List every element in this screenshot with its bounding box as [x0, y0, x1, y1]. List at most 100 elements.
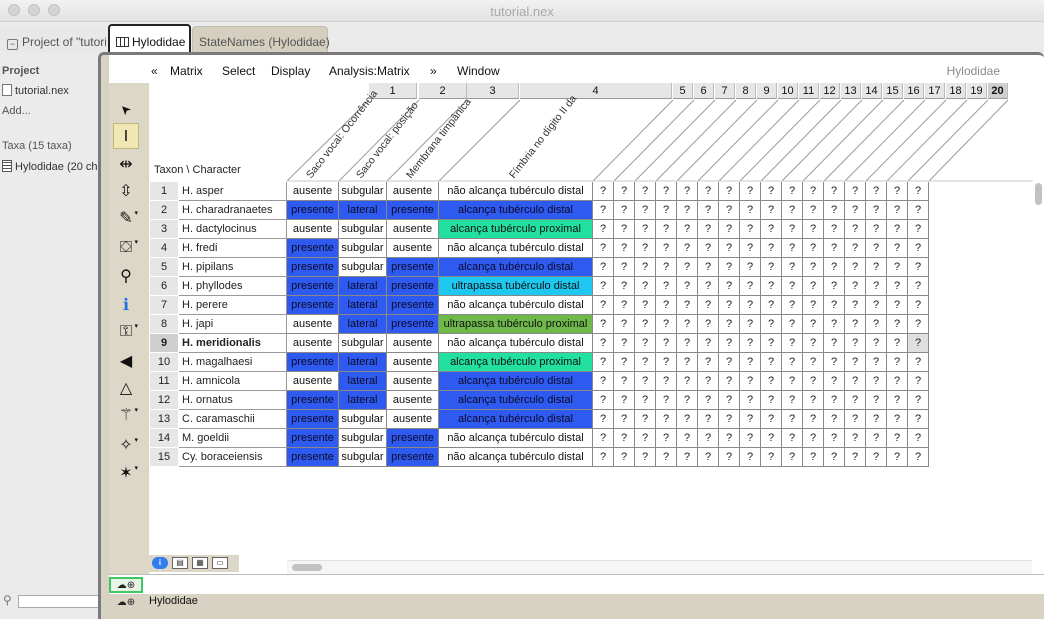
matrix-cell[interactable]: ausente: [387, 391, 439, 410]
matrix-cell-unknown[interactable]: ?: [908, 220, 929, 239]
tab-hylodidae[interactable]: Hylodidae: [108, 24, 191, 54]
matrix-cell-unknown[interactable]: ?: [593, 372, 614, 391]
matrix-cell-unknown[interactable]: ?: [719, 201, 740, 220]
matrix-cell-unknown[interactable]: ?: [677, 239, 698, 258]
matrix-cell-unknown[interactable]: ?: [593, 353, 614, 372]
matrix-cell-unknown[interactable]: ?: [698, 182, 719, 201]
matrix-cell-unknown[interactable]: ?: [803, 448, 824, 467]
matrix-cell-unknown[interactable]: ?: [845, 315, 866, 334]
matrix-cell[interactable]: alcança tubérculo distal: [439, 410, 593, 429]
taxon-name[interactable]: H. meridionalis: [179, 334, 287, 353]
matrix-cell-unknown[interactable]: ?: [761, 182, 782, 201]
matrix-cell-unknown[interactable]: ?: [698, 296, 719, 315]
taxon-name[interactable]: H. ornatus: [179, 391, 287, 410]
matrix-cell-unknown[interactable]: ?: [656, 258, 677, 277]
menu-scroll-right[interactable]: »: [430, 64, 437, 78]
menu-display[interactable]: Display: [271, 64, 310, 78]
matrix-cell-unknown[interactable]: ?: [593, 182, 614, 201]
status-toggle[interactable]: ☁⊕: [109, 596, 143, 612]
matrix-cell[interactable]: lateral: [339, 201, 387, 220]
matrix-cell[interactable]: subgular: [339, 239, 387, 258]
matrix-cell-unknown[interactable]: ?: [824, 353, 845, 372]
matrix-cell-unknown[interactable]: ?: [761, 372, 782, 391]
matrix-cell[interactable]: subgular: [339, 429, 387, 448]
matrix-cell-unknown[interactable]: ?: [656, 353, 677, 372]
matrix-cell-unknown[interactable]: ?: [656, 315, 677, 334]
matrix-cell-unknown[interactable]: ?: [824, 448, 845, 467]
matrix-cell-unknown[interactable]: ?: [803, 429, 824, 448]
matrix-cell-unknown[interactable]: ?: [908, 353, 929, 372]
matrix-cell-unknown[interactable]: ?: [887, 258, 908, 277]
row-number[interactable]: 13: [150, 410, 178, 429]
info-icon[interactable]: i: [152, 557, 168, 569]
matrix-cell-unknown[interactable]: ?: [761, 334, 782, 353]
matrix-cell-unknown[interactable]: ?: [677, 182, 698, 201]
matrix-cell-unknown[interactable]: ?: [635, 258, 656, 277]
matrix-cell-unknown[interactable]: ?: [845, 410, 866, 429]
scroll-thumb[interactable]: [1035, 183, 1042, 205]
row-number[interactable]: 15: [150, 448, 178, 467]
matrix-cell-unknown[interactable]: ?: [593, 239, 614, 258]
matrix-cell[interactable]: alcança tubérculo distal: [439, 372, 593, 391]
taxon-name[interactable]: H. asper: [179, 182, 287, 201]
matrix-cell-unknown[interactable]: ?: [614, 182, 635, 201]
matrix-cell-unknown[interactable]: ?: [824, 334, 845, 353]
matrix-cell-unknown[interactable]: ?: [656, 296, 677, 315]
row-number[interactable]: 3: [150, 220, 178, 239]
matrix-cell-unknown[interactable]: ?: [593, 334, 614, 353]
matrix-cell-unknown[interactable]: ?: [866, 410, 887, 429]
matrix-cell-unknown[interactable]: ?: [677, 201, 698, 220]
matrix-cell-unknown[interactable]: ?: [782, 277, 803, 296]
matrix-cell-unknown[interactable]: ?: [866, 258, 887, 277]
matrix-cell-unknown[interactable]: ?: [908, 277, 929, 296]
tab-project[interactable]: −Project of "tutorial.nex": [0, 26, 107, 52]
matrix-cell-unknown[interactable]: ?: [698, 372, 719, 391]
matrix-cell-unknown[interactable]: ?: [803, 201, 824, 220]
matrix-cell-unknown[interactable]: ?: [845, 201, 866, 220]
matrix-cell-unknown[interactable]: ?: [866, 201, 887, 220]
matrix-cell-unknown[interactable]: ?: [887, 353, 908, 372]
matrix-cell-unknown[interactable]: ?: [782, 220, 803, 239]
matrix-cell-unknown[interactable]: ?: [593, 277, 614, 296]
matrix-cell[interactable]: presente: [287, 201, 339, 220]
matrix-cell-unknown[interactable]: ?: [845, 258, 866, 277]
matrix-cell-unknown[interactable]: ?: [782, 429, 803, 448]
matrix-cell-unknown[interactable]: ?: [677, 391, 698, 410]
matrix-cell[interactable]: ausente: [387, 353, 439, 372]
matrix-cell[interactable]: ausente: [387, 372, 439, 391]
matrix-cell-unknown[interactable]: ?: [740, 372, 761, 391]
matrix-cell-unknown[interactable]: ?: [887, 315, 908, 334]
matrix-cell-unknown[interactable]: ?: [761, 429, 782, 448]
matrix-cell-unknown[interactable]: ?: [887, 429, 908, 448]
matrix-cell-unknown[interactable]: ?: [845, 334, 866, 353]
matrix-cell-unknown[interactable]: ?: [593, 448, 614, 467]
matrix-cell-unknown[interactable]: ?: [740, 429, 761, 448]
project-file[interactable]: tutorial.nex: [2, 84, 69, 97]
matrix-cell-unknown[interactable]: ?: [866, 182, 887, 201]
matrix-cell[interactable]: ausente: [387, 182, 439, 201]
matrix-cell-unknown[interactable]: ?: [719, 296, 740, 315]
matrix-cell-unknown[interactable]: ?: [719, 277, 740, 296]
matrix-cell-unknown[interactable]: ?: [698, 391, 719, 410]
matrix-cell-unknown[interactable]: ?: [614, 410, 635, 429]
matrix-cell-unknown[interactable]: ?: [803, 315, 824, 334]
matrix-cell-unknown[interactable]: ?: [782, 258, 803, 277]
taxon-name[interactable]: H. phyllodes: [179, 277, 287, 296]
matrix-cell-unknown[interactable]: ?: [740, 277, 761, 296]
matrix-cell-unknown[interactable]: ?: [614, 315, 635, 334]
matrix-cell-unknown[interactable]: ?: [887, 277, 908, 296]
matrix-cell[interactable]: alcança tubérculo proximal: [439, 353, 593, 372]
taxon-name[interactable]: H. dactylocinus: [179, 220, 287, 239]
column-width-icon[interactable]: ⇹: [113, 152, 139, 178]
matrix-cell[interactable]: presente: [387, 277, 439, 296]
matrix-cell[interactable]: ausente: [387, 220, 439, 239]
matrix-cell-unknown[interactable]: ?: [698, 353, 719, 372]
matrix-cell-unknown[interactable]: ?: [782, 410, 803, 429]
matrix-cell[interactable]: subgular: [339, 258, 387, 277]
wand-icon[interactable]: ⚚ ▾: [113, 403, 139, 429]
matrix-cell-unknown[interactable]: ?: [719, 353, 740, 372]
matrix-cell-unknown[interactable]: ?: [719, 448, 740, 467]
matrix-cell-unknown[interactable]: ?: [803, 372, 824, 391]
matrix-cell-unknown[interactable]: ?: [761, 277, 782, 296]
taxon-name[interactable]: M. goeldii: [179, 429, 287, 448]
